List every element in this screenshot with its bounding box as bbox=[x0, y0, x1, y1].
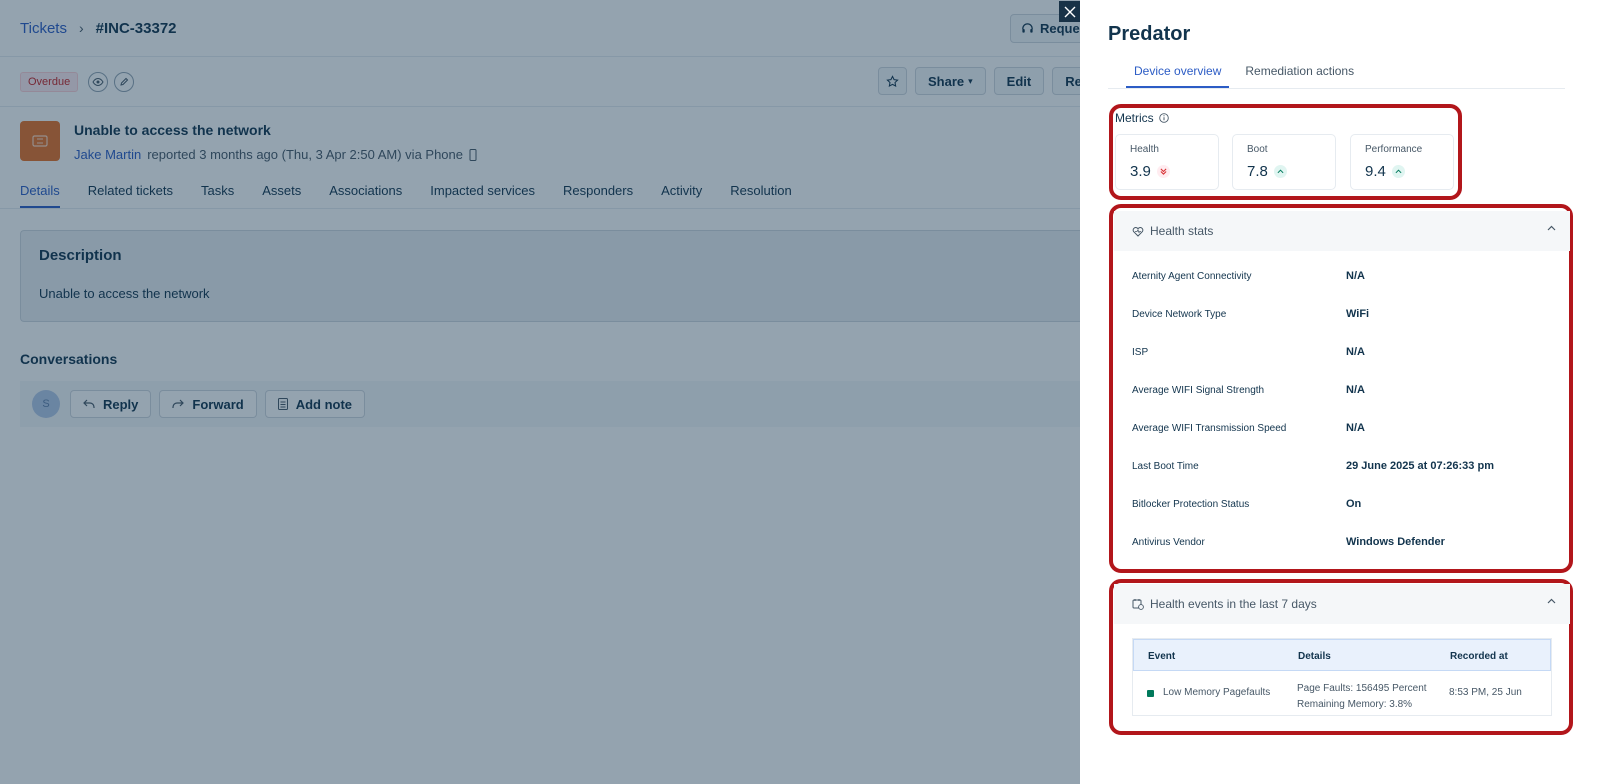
metrics-label-text: Metrics bbox=[1115, 111, 1154, 125]
metric-label: Boot bbox=[1247, 144, 1268, 155]
chevron-up-icon[interactable] bbox=[1547, 225, 1556, 231]
stat-value: N/A bbox=[1346, 346, 1365, 358]
tab-device-overview[interactable]: Device overview bbox=[1126, 56, 1230, 88]
health-events-title: Health events in the last 7 days bbox=[1150, 597, 1317, 611]
close-panel-button[interactable] bbox=[1059, 1, 1080, 22]
status-dot bbox=[1147, 690, 1154, 697]
event-name: Low Memory Pagefaults bbox=[1163, 687, 1271, 698]
health-events-section: Health events in the last 7 days Event D… bbox=[1114, 584, 1570, 727]
metric-value: 3.9 bbox=[1130, 163, 1151, 180]
stat-value: N/A bbox=[1346, 270, 1365, 282]
modal-overlay[interactable] bbox=[0, 0, 1080, 784]
metric-card-performance: Performance 9.4 bbox=[1350, 134, 1454, 190]
table-header: Event Details Recorded at bbox=[1133, 639, 1551, 671]
heart-pulse-icon bbox=[1132, 226, 1144, 237]
stat-key: ISP bbox=[1132, 347, 1149, 358]
stat-key: Antivirus Vendor bbox=[1132, 537, 1205, 548]
column-recorded-at: Recorded at bbox=[1450, 651, 1508, 662]
health-stats-title: Health stats bbox=[1150, 224, 1214, 238]
column-details: Details bbox=[1298, 651, 1331, 662]
event-details: Page Faults: 156495 Percent Remaining Me… bbox=[1297, 683, 1427, 710]
column-event: Event bbox=[1148, 651, 1176, 662]
panel-tabs: Device overview Remediation actions bbox=[1108, 56, 1565, 89]
tab-remediation-actions[interactable]: Remediation actions bbox=[1237, 56, 1362, 88]
close-icon bbox=[1064, 6, 1075, 17]
panel-title: Predator bbox=[1108, 23, 1191, 45]
trend-up-icon bbox=[1273, 165, 1287, 178]
stat-key: Aternity Agent Connectivity bbox=[1132, 271, 1252, 282]
metric-value: 9.4 bbox=[1365, 163, 1386, 180]
stat-value: N/A bbox=[1346, 384, 1365, 396]
stat-value: WiFi bbox=[1346, 308, 1370, 320]
metric-card-health: Health 3.9 bbox=[1115, 134, 1219, 190]
calendar-icon bbox=[1132, 599, 1144, 610]
stat-value: Windows Defender bbox=[1346, 536, 1445, 548]
metric-label: Performance bbox=[1365, 144, 1423, 155]
stat-value: N/A bbox=[1346, 422, 1365, 434]
health-events-header[interactable]: Health events in the last 7 days bbox=[1114, 584, 1570, 624]
stat-value: 29 June 2025 at 07:26:33 pm bbox=[1346, 460, 1494, 472]
stat-key: Average WIFI Signal Strength bbox=[1132, 385, 1265, 396]
stat-value: On bbox=[1346, 498, 1362, 510]
info-icon[interactable] bbox=[1158, 113, 1169, 123]
metric-value: 7.8 bbox=[1247, 163, 1268, 180]
stat-key: Average WIFI Transmission Speed bbox=[1132, 423, 1287, 434]
health-stats-header[interactable]: Health stats bbox=[1114, 211, 1570, 251]
stat-key: Device Network Type bbox=[1132, 309, 1227, 320]
stat-key: Last Boot Time bbox=[1132, 461, 1199, 472]
trend-up-icon bbox=[1391, 165, 1405, 178]
table-row: Low Memory Pagefaults Page Faults: 15649… bbox=[1133, 671, 1551, 715]
metrics-label: Metrics bbox=[1115, 111, 1169, 125]
trend-down-icon bbox=[1156, 165, 1170, 178]
event-recorded: 8:53 PM, 25 Jun bbox=[1449, 687, 1522, 698]
device-panel: Predator Device overview Remediation act… bbox=[1080, 0, 1600, 784]
health-events-table: Event Details Recorded at Low Memory Pag… bbox=[1132, 638, 1552, 716]
chevron-up-icon[interactable] bbox=[1547, 598, 1556, 604]
health-stats-section: Health stats Aternity Agent Connectivity… bbox=[1114, 211, 1570, 566]
metric-card-boot: Boot 7.8 bbox=[1232, 134, 1336, 190]
stat-key: Bitlocker Protection Status bbox=[1132, 499, 1250, 510]
metric-label: Health bbox=[1130, 144, 1159, 155]
